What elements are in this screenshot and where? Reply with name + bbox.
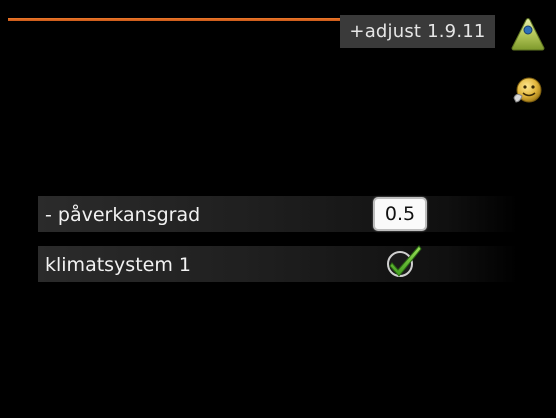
help-face-icon[interactable] bbox=[508, 72, 548, 112]
row-label: - påverkansgrad bbox=[45, 204, 201, 226]
value-spinner[interactable]: 0.5 bbox=[373, 197, 427, 231]
setting-row-klimatsystem-1[interactable]: klimatsystem 1 bbox=[38, 245, 518, 282]
menu-title: +adjust 1.9.11 bbox=[340, 15, 495, 48]
display-screen: +adjust 1.9.11 - påverkansgrad 0.5 klima… bbox=[0, 0, 556, 418]
checkmark-icon[interactable] bbox=[381, 242, 425, 280]
home-icon[interactable] bbox=[508, 14, 548, 54]
setting-row-paverkansgrad[interactable]: - påverkansgrad 0.5 bbox=[38, 196, 518, 232]
row-label: klimatsystem 1 bbox=[45, 254, 191, 276]
header-accent-line bbox=[8, 18, 340, 21]
